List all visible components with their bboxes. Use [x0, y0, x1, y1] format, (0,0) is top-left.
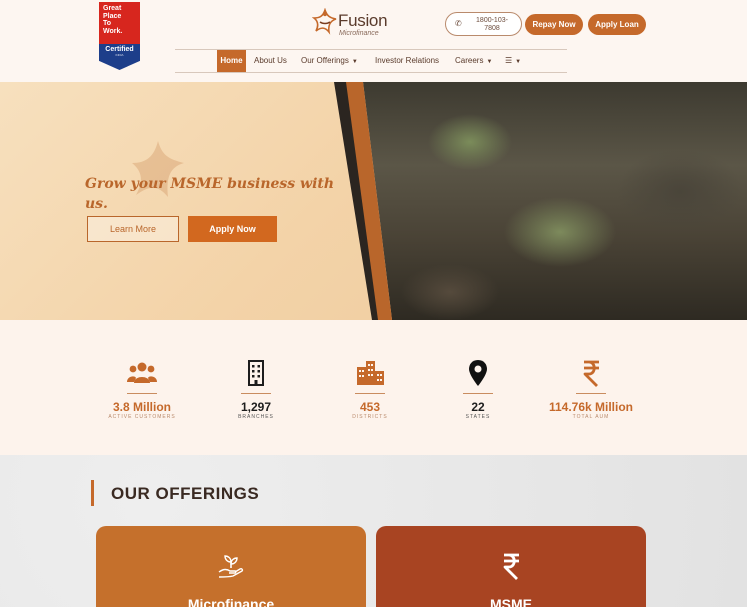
stat-label: BRANCHES	[238, 414, 274, 420]
nav-item-menu[interactable]: ☰ ▼	[505, 50, 521, 72]
stat-value: 1,297	[240, 400, 272, 414]
offering-name: MSME	[490, 596, 532, 607]
apply-loan-button[interactable]: Apply Loan	[588, 14, 646, 35]
nav-item-investor-relations[interactable]: Investor Relations	[375, 50, 439, 72]
apply-now-button[interactable]: Apply Now	[188, 216, 277, 242]
fusion-logo-icon	[312, 8, 337, 35]
phone-button[interactable]: ✆ 1800-103-7808	[445, 12, 522, 36]
stat-label: STATES	[465, 414, 491, 420]
stat-label: TOTAL AUM	[572, 414, 610, 420]
stat-value: 453	[359, 400, 381, 414]
offerings-section: OUR OFFERINGS Microfinance MSME	[0, 455, 747, 607]
great-place-to-work-badge: Great Place To Work. Certified INDIA	[99, 2, 140, 70]
building-icon	[248, 360, 264, 386]
section-title: OUR OFFERINGS	[111, 484, 260, 503]
stat-value: 114.76k Million	[548, 400, 634, 414]
people-icon	[127, 362, 157, 383]
offering-card-microfinance[interactable]: Microfinance	[96, 526, 366, 607]
rupee-icon	[583, 360, 599, 387]
phone-number: 1800-103-7808	[476, 17, 508, 32]
section-title-accent	[91, 480, 94, 506]
logo-brand: Fusion	[338, 11, 388, 30]
badge-title: Great Place To Work.	[99, 2, 140, 44]
stat-value: 22	[471, 400, 485, 414]
learn-more-button[interactable]: Learn More	[87, 216, 179, 242]
repay-now-button[interactable]: Repay Now	[525, 14, 583, 35]
hero-banner: Grow your MSME business with us. Learn M…	[0, 82, 747, 320]
stat-label: DISTRICTS	[352, 414, 388, 420]
city-icon	[357, 361, 384, 385]
fusion-logo[interactable]: Fusion Microfinance	[312, 8, 392, 40]
chevron-down-icon: ▼	[515, 59, 522, 65]
phone-icon: ✆	[455, 19, 462, 28]
site-header: Great Place To Work. Certified INDIA Fus…	[0, 0, 747, 82]
badge-certified: Certified INDIA	[99, 44, 140, 70]
nav-item-careers[interactable]: Careers ▼	[455, 50, 492, 72]
chevron-down-icon: ▼	[486, 59, 493, 65]
hero-title: Grow your MSME business with us.	[85, 176, 335, 212]
stat-value: 3.8 Million	[112, 400, 171, 414]
logo-tagline: Microfinance	[339, 30, 379, 37]
stat-label: ACTIVE CUSTOMERS	[108, 414, 176, 420]
hamburger-icon: ☰	[505, 56, 513, 65]
offering-card-msme[interactable]: MSME	[376, 526, 646, 607]
chevron-down-icon: ▼	[351, 59, 358, 65]
nav-item-home[interactable]: Home	[217, 50, 246, 72]
stats-section: 3.8 Million ACTIVE CUSTOMERS 1,297 BRANC…	[0, 327, 747, 452]
map-pin-icon	[469, 360, 487, 386]
offering-name: Microfinance	[187, 596, 275, 607]
nav-item-about-us[interactable]: About Us	[254, 50, 287, 72]
rupee-icon	[503, 553, 519, 580]
nav-divider-bottom	[175, 72, 567, 73]
nav-item-our-offerings[interactable]: Our Offerings ▼	[301, 50, 358, 72]
plant-hand-icon	[218, 555, 244, 578]
